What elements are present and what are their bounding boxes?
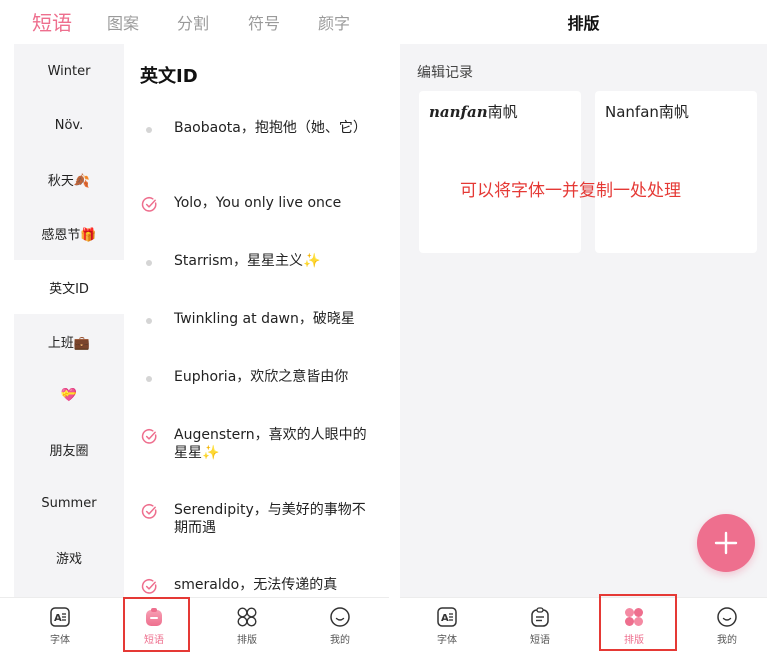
bottom-tab-bar: A 字体 短语 排版 我的 — [0, 597, 389, 657]
phrase-text: Twinkling at dawn，破晓星 — [174, 311, 355, 327]
bullet-dot-icon — [146, 376, 152, 382]
profile-smile-icon — [717, 607, 737, 627]
tab-phrases[interactable]: 短语 — [32, 7, 72, 36]
history-card-text: Nanfan南帆 — [605, 103, 689, 121]
sidebar-item-english-id[interactable]: 英文ID — [14, 260, 124, 314]
list-item[interactable]: smeraldo，无法传递的真 — [124, 576, 389, 595]
history-card[interactable]: nanfan南帆 — [419, 91, 581, 253]
bullet-dot-icon — [146, 318, 152, 324]
left-screen: 短语 图案 分割 符号 颜字 Winter Növ. 秋天🍂 感恩节🎁 英文ID… — [0, 0, 389, 657]
tab-profile-label: 我的 — [330, 635, 350, 646]
list-item[interactable]: Starrism，星星主义✨ — [124, 252, 389, 270]
edit-history-label: 编辑记录 — [417, 65, 473, 81]
tab-fonts-label: 字体 — [50, 635, 70, 646]
tab-symbols[interactable]: 符号 — [248, 10, 280, 34]
svg-text:A: A — [441, 613, 449, 624]
add-button[interactable] — [697, 514, 755, 572]
sidebar-item-nov[interactable]: Növ. — [14, 98, 124, 152]
phrase-text: Baobaota，抱抱他（她、它） — [174, 120, 367, 136]
phrase-text: Euphoria，欢欣之意皆由你 — [174, 369, 349, 385]
tab-layout-label: 排版 — [237, 635, 257, 646]
tab-kaomoji[interactable]: 颜字 — [318, 10, 350, 34]
list-item[interactable]: Baobaota，抱抱他（她、它） — [124, 119, 389, 137]
tab-profile-label: 我的 — [717, 635, 737, 646]
font-icon: A — [437, 607, 457, 627]
phrase-text: Augenstern，喜欢的人眼中的星星✨ — [174, 427, 367, 461]
tab-fonts[interactable]: A 字体 — [35, 598, 85, 657]
check-circle-icon — [141, 428, 156, 444]
page-edge — [767, 0, 782, 657]
tab-phrases-bottom[interactable]: 短语 — [515, 598, 565, 657]
tab-dividers[interactable]: 分割 — [177, 10, 209, 34]
plain-text: 南帆 — [487, 103, 518, 121]
check-circle-icon — [141, 578, 156, 594]
tab-phrases-label: 短语 — [530, 635, 550, 646]
phrase-bag-icon — [531, 607, 549, 627]
bullet-dot-icon — [146, 260, 152, 266]
sidebar-item-autumn[interactable]: 秋天🍂 — [14, 152, 124, 206]
phrase-list: 英文ID Baobaota，抱抱他（她、它） Yolo，You only liv… — [124, 44, 389, 597]
right-screen: 排版 编辑记录 nanfan南帆 Nanfan南帆 — [400, 0, 767, 597]
list-item[interactable]: Twinkling at dawn，破晓星 — [124, 310, 389, 328]
tab-profile[interactable]: 我的 — [702, 598, 752, 657]
annotation-caption: 可以将字体一并复制一处处理 — [460, 181, 681, 201]
page-title: 排版 — [400, 0, 767, 44]
layout-grid-icon — [237, 607, 257, 627]
bottom-tab-bar: A 字体 短语 排版 我的 — [400, 597, 767, 657]
history-card-text: nanfan南帆 — [429, 101, 518, 122]
phrase-text: smeraldo，无法传递的真 — [174, 577, 338, 593]
font-icon: A — [50, 607, 70, 627]
annotation-highlight-box — [599, 594, 677, 651]
sidebar-item-work[interactable]: 上班💼 — [14, 314, 124, 368]
tab-profile[interactable]: 我的 — [315, 598, 365, 657]
category-tabs: 短语 图案 分割 符号 颜字 — [0, 0, 389, 44]
profile-smile-icon — [330, 607, 350, 627]
styled-text: nanfan — [429, 103, 488, 121]
bullet-dot-icon — [146, 127, 152, 133]
sidebar-item-games[interactable]: 游戏 — [14, 530, 124, 584]
sidebar-item-summer[interactable]: Summer — [14, 476, 124, 530]
annotation-highlight-box — [123, 597, 190, 652]
sidebar-item-winter[interactable]: Winter — [14, 44, 124, 98]
list-item[interactable]: Yolo，You only live once — [124, 194, 389, 213]
tab-layout[interactable]: 排版 — [222, 598, 272, 657]
list-item[interactable]: Serendipity，与美好的事物不期而遇 — [124, 501, 389, 537]
page-title: 英文ID — [140, 66, 198, 87]
tab-patterns[interactable]: 图案 — [107, 10, 139, 34]
sidebar-item-heart[interactable]: 💝 — [14, 368, 124, 422]
phrase-text: Starrism，星星主义✨ — [174, 253, 321, 269]
history-card[interactable]: Nanfan南帆 — [595, 91, 757, 253]
sidebar-item-moments[interactable]: 朋友圈 — [14, 422, 124, 476]
list-item[interactable]: Euphoria，欢欣之意皆由你 — [124, 368, 389, 386]
pane-divider — [389, 0, 400, 657]
check-circle-icon — [141, 196, 156, 212]
category-sidebar: Winter Növ. 秋天🍂 感恩节🎁 英文ID 上班💼 💝 朋友圈 Summ… — [14, 44, 124, 597]
tab-fonts[interactable]: A 字体 — [422, 598, 472, 657]
check-circle-icon — [141, 503, 156, 519]
phrase-text: Yolo，You only live once — [174, 195, 342, 211]
list-item[interactable]: Augenstern，喜欢的人眼中的星星✨ — [124, 426, 389, 462]
svg-text:A: A — [54, 613, 62, 624]
sidebar-item-thanksgiving[interactable]: 感恩节🎁 — [14, 206, 124, 260]
tab-fonts-label: 字体 — [437, 635, 457, 646]
plus-icon — [714, 531, 738, 555]
phrase-text: Serendipity，与美好的事物不期而遇 — [174, 502, 366, 536]
